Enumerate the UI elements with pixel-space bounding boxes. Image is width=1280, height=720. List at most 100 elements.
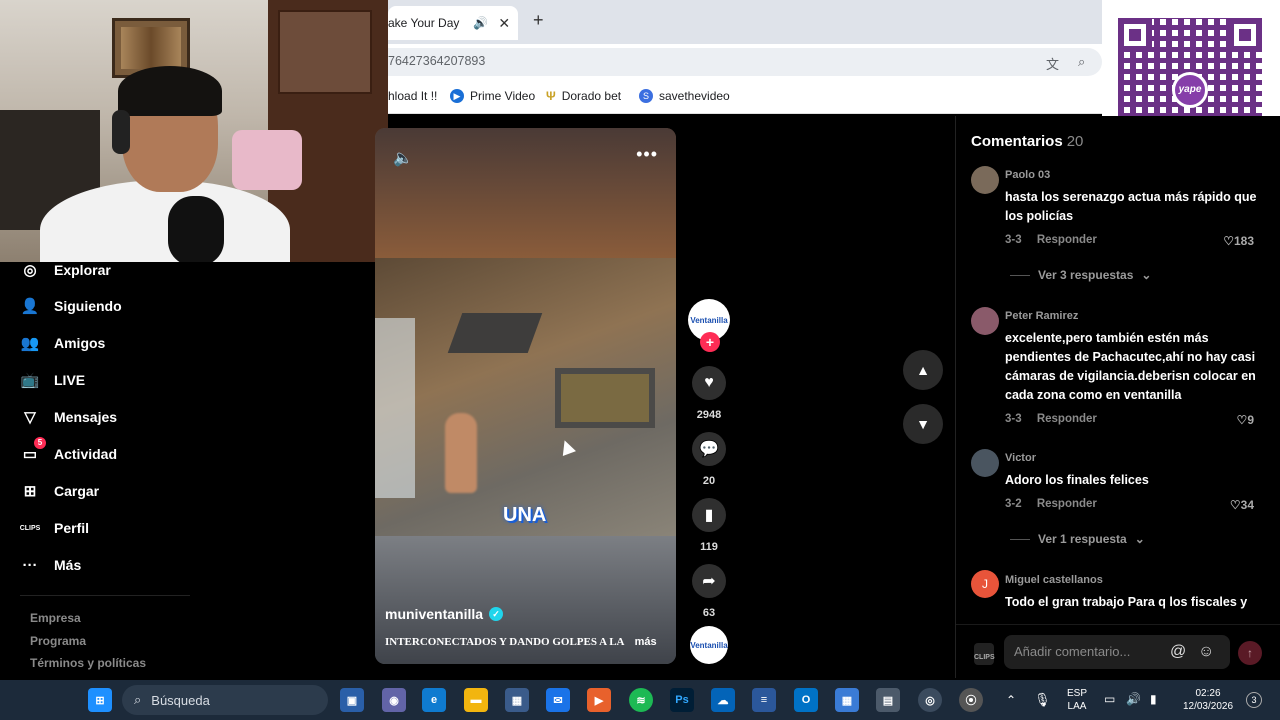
s-icon: S xyxy=(639,89,653,103)
zoom-icon[interactable]: ⌕ xyxy=(1078,54,1085,70)
store-icon[interactable]: ▦ xyxy=(505,688,529,712)
more-link[interactable]: más xyxy=(635,636,657,648)
sidebar-item-amigos[interactable]: 👥 Amigos xyxy=(20,333,106,353)
emoji-icon[interactable]: ☺ xyxy=(1198,643,1214,661)
footer-link-terminos[interactable]: Términos y políticas xyxy=(30,656,146,670)
view-replies-label: Ver 3 respuestas xyxy=(1038,268,1134,282)
bookmark-savethevideo[interactable]: S savethevideo xyxy=(639,89,730,103)
mail-icon[interactable]: ✉ xyxy=(546,688,570,712)
sidebar-item-siguiendo[interactable]: 👤 Siguiendo xyxy=(20,296,122,316)
sidebar-item-explorar[interactable]: ◎ Explorar xyxy=(20,260,110,280)
previous-video-button[interactable]: ▲ xyxy=(903,350,943,390)
speaker-icon[interactable]: 🔊 xyxy=(473,16,488,30)
bookmark-label: Dorado bet xyxy=(561,89,622,103)
sidebar-item-label: Perfil xyxy=(54,520,90,536)
chrome-icon[interactable]: ◎ xyxy=(918,688,942,712)
battery-icon[interactable]: ▮ xyxy=(1150,693,1157,706)
music-avatar[interactable]: Ventanilla xyxy=(690,626,728,664)
comment-like-count: 183 xyxy=(1233,234,1254,248)
photoshop-icon[interactable]: Ps xyxy=(670,688,694,712)
footer-link-empresa[interactable]: Empresa xyxy=(30,611,81,625)
outlook-icon[interactable]: O xyxy=(794,688,818,712)
next-video-button[interactable]: ▼ xyxy=(903,404,943,444)
footer-link-programa[interactable]: Programa xyxy=(30,634,86,648)
sidebar-divider xyxy=(20,595,190,596)
comment-like[interactable]: ♡183 xyxy=(1223,234,1254,248)
reply-button[interactable]: Responder xyxy=(1037,498,1097,510)
sidebar-item-mas[interactable]: ··· Más xyxy=(20,555,82,575)
notification-count[interactable]: 3 xyxy=(1246,692,1262,708)
like-icon[interactable]: ♥ xyxy=(692,366,726,400)
address-text[interactable]: 76427364207893 xyxy=(388,54,485,68)
comment-input[interactable]: Añadir comentario... xyxy=(1004,635,1230,669)
new-tab-icon[interactable]: + xyxy=(533,10,544,31)
obs-icon[interactable]: ⦿ xyxy=(959,688,983,712)
language-indicator[interactable]: ESP LAA xyxy=(1062,687,1092,713)
edge-icon[interactable]: e xyxy=(422,688,446,712)
comment-like[interactable]: ♡9 xyxy=(1237,413,1254,427)
mention-icon[interactable]: @ xyxy=(1170,643,1186,661)
spotify-icon[interactable]: ≋ xyxy=(629,688,653,712)
task-view-icon[interactable]: ▣ xyxy=(340,688,364,712)
reply-button[interactable]: Responder xyxy=(1037,234,1097,246)
file-explorer-icon[interactable]: ▬ xyxy=(464,688,488,712)
comments-header: Comentarios 20 xyxy=(971,133,1083,150)
sidebar-item-perfil[interactable]: CLIPS Perfil xyxy=(20,518,89,538)
media-player-icon[interactable]: ▶ xyxy=(587,688,611,712)
send-button[interactable]: ↑ xyxy=(1238,641,1262,665)
chevron-up-icon[interactable]: ⌃ xyxy=(1006,694,1016,707)
follow-plus-icon[interactable]: + xyxy=(700,332,720,352)
bookmark-prime-video[interactable]: ▶ Prime Video xyxy=(450,89,535,103)
comment-user[interactable]: Peter Ramirez xyxy=(1005,310,1078,322)
comment-user[interactable]: Miguel castellanos xyxy=(1005,574,1103,586)
bookmarks-bar: hload It !! ▶ Prime Video Ψ Dorado bet S… xyxy=(388,80,1102,114)
calculator-icon[interactable]: ▤ xyxy=(876,688,900,712)
search-label: Búsqueda xyxy=(151,692,210,708)
sidebar-item-live[interactable]: 📺 LIVE xyxy=(20,370,85,390)
volume-icon[interactable]: 🔊 xyxy=(1126,693,1141,706)
network-icon[interactable]: ▭ xyxy=(1104,693,1115,706)
sidebar-item-label: Amigos xyxy=(54,335,106,351)
teams-icon[interactable]: ◉ xyxy=(382,688,406,712)
pink-object xyxy=(232,130,302,190)
calendar-icon[interactable]: ▦ xyxy=(835,688,859,712)
comment-user[interactable]: Victor xyxy=(1005,452,1036,464)
bookmark-download[interactable]: hload It !! xyxy=(388,89,437,103)
comment-avatar[interactable] xyxy=(971,166,999,194)
comment-avatar[interactable]: J xyxy=(971,570,999,598)
translate-icon[interactable]: 文 xyxy=(1046,54,1059,73)
windows-start-icon[interactable]: ⊞ xyxy=(88,688,112,712)
volume-icon[interactable]: 🔈 xyxy=(393,148,413,168)
clock[interactable]: 02:26 12/03/2026 xyxy=(1176,687,1240,713)
bookmark-dorado-bet[interactable]: Ψ Dorado bet xyxy=(546,89,621,103)
comment-avatar[interactable] xyxy=(971,307,999,335)
view-replies-button[interactable]: Ver 1 respuesta ⌄ xyxy=(1010,532,1145,546)
view-replies-button[interactable]: Ver 3 respuestas ⌄ xyxy=(1010,268,1151,282)
reply-button[interactable]: Responder xyxy=(1037,413,1097,425)
browser-tab[interactable]: ake Your Day 🔊 ✕ xyxy=(388,6,518,40)
arrow-up-icon: ↑ xyxy=(1247,646,1253,660)
taskbar-search[interactable]: ⌕ Búsqueda xyxy=(122,685,328,715)
sidebar-item-actividad[interactable]: ▭ 5 Actividad xyxy=(20,437,117,464)
comment-avatar[interactable] xyxy=(971,449,999,477)
address-bar: 76427364207893 文 ⌕ xyxy=(388,44,1102,80)
video-author[interactable]: muniventanilla ✓ xyxy=(385,606,504,622)
comment-icon[interactable]: 💬 xyxy=(692,432,726,466)
onedrive-icon[interactable]: ☁ xyxy=(711,688,735,712)
video-door xyxy=(375,318,415,498)
comment-input-bar: CLIPS Añadir comentario... @ ☺ ↑ xyxy=(956,624,1280,678)
sidebar-item-mensajes[interactable]: ▽ Mensajes xyxy=(20,407,117,427)
headphone xyxy=(112,110,130,154)
address-pill[interactable] xyxy=(388,48,1102,76)
share-icon[interactable]: ➦ xyxy=(692,564,726,598)
comment-like[interactable]: ♡34 xyxy=(1230,498,1254,512)
sidebar-item-cargar[interactable]: ⊞ Cargar xyxy=(20,481,99,501)
video-player[interactable]: UNA 🔈 ••• muniventanilla ✓ INTERCONECTAD… xyxy=(375,128,676,664)
comment-like-count: 34 xyxy=(1240,498,1254,512)
close-icon[interactable]: ✕ xyxy=(498,15,510,32)
bookmark-icon[interactable]: ▮ xyxy=(692,498,726,532)
notepad-icon[interactable]: ≡ xyxy=(752,688,776,712)
microphone-icon[interactable]: 🎙 xyxy=(1034,693,1051,706)
more-options-icon[interactable]: ••• xyxy=(636,144,658,165)
comment-user[interactable]: Paolo 03 xyxy=(1005,169,1050,181)
